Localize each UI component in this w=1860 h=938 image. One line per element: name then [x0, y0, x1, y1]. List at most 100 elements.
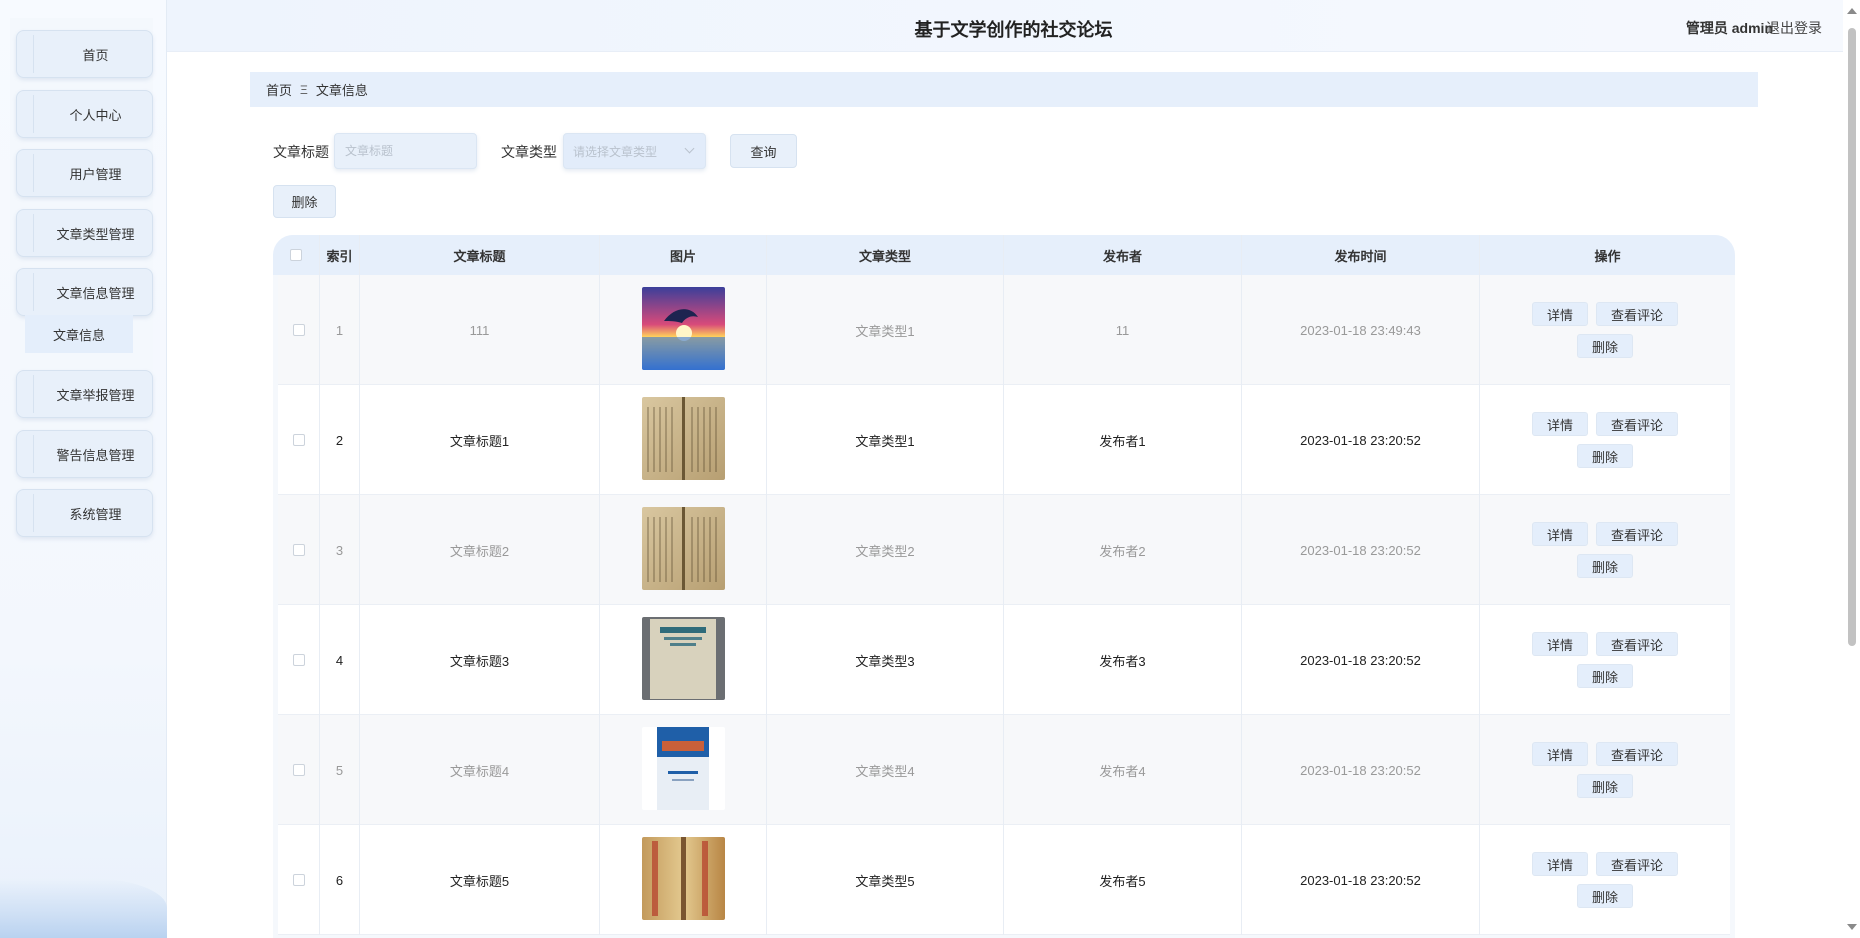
row-checkbox[interactable]	[292, 544, 305, 556]
table-row: 2 文章标题1 文章类型1 发布者1 2023-01-18 23:20:52 详情 查看评论…	[278, 385, 1730, 495]
row-checkbox[interactable]	[292, 324, 305, 336]
view-comments-button[interactable]: 查看评论	[1596, 412, 1679, 436]
sidebar-subitem-article-info[interactable]: 文章信息	[25, 315, 133, 353]
scroll-up-icon[interactable]	[1847, 8, 1857, 14]
breadcrumb-current: 文章信息	[315, 83, 368, 98]
cell-image	[600, 825, 767, 935]
sidebar-item-label: 个人中心	[69, 107, 122, 123]
cell-actions: 详情 查看评论删除	[1480, 495, 1730, 605]
cell-actions: 详情 查看评论删除	[1480, 715, 1730, 825]
query-button[interactable]: 查询	[730, 134, 797, 168]
row-delete-button[interactable]: 删除	[1576, 774, 1633, 798]
row-delete-button[interactable]: 删除	[1576, 554, 1633, 578]
cell-time: 2023-01-18 23:20:52	[1242, 495, 1480, 605]
title-search-input[interactable]	[334, 133, 477, 169]
cell-index: 5	[320, 715, 360, 825]
view-comments-button[interactable]: 查看评论	[1596, 302, 1679, 326]
cell-author: 发布者3	[1004, 605, 1242, 715]
table-row: 6 文章标题5 文章类型5 发布者5 2023-01-18 23:20:52 详情 查看评论…	[278, 825, 1730, 935]
sidebar-subitem-label: 文章信息	[52, 327, 105, 343]
sidebar-item-users[interactable]: 用户管理	[16, 149, 153, 197]
cell-index: 4	[320, 605, 360, 715]
table-row: 1 111 文章类型1 11 2023-01-18 23:49:43 详情 查看评论 删除	[278, 275, 1730, 385]
breadcrumb-home[interactable]: 首页	[266, 80, 292, 99]
cell-time: 2023-01-18 23:20:52	[1242, 825, 1480, 935]
cell-type: 文章类型5	[767, 825, 1004, 935]
select-all-checkbox[interactable]	[290, 249, 302, 261]
article-thumbnail[interactable]	[641, 837, 725, 923]
chevron-down-icon	[684, 143, 695, 154]
sidebar-item-label: 文章举报管理	[56, 387, 135, 403]
cell-type: 文章类型2	[767, 495, 1004, 605]
row-delete-button[interactable]: 删除	[1576, 334, 1633, 358]
detail-button[interactable]: 详情	[1531, 742, 1588, 766]
cell-type: 文章类型4	[767, 715, 1004, 825]
view-comments-button[interactable]: 查看评论	[1596, 852, 1679, 876]
cell-actions: 详情 查看评论删除	[1480, 385, 1730, 495]
sidebar-item-home[interactable]: 首页	[16, 30, 153, 78]
column-header-image: 图片	[600, 235, 767, 275]
sidebar-item-label: 警告信息管理	[56, 447, 135, 463]
scroll-down-icon[interactable]	[1847, 924, 1857, 930]
row-delete-button[interactable]: 删除	[1576, 444, 1633, 468]
row-select-cell	[278, 385, 320, 495]
row-delete-button[interactable]: 删除	[1576, 664, 1633, 688]
sidebar-item-reports[interactable]: 文章举报管理	[16, 370, 153, 418]
column-header-actions: 操作	[1594, 248, 1621, 264]
cell-image	[600, 495, 767, 605]
sidebar-item-label: 首页	[82, 47, 109, 63]
scrollbar-thumb[interactable]	[1848, 28, 1856, 646]
header: 基于文学创作的社交论坛 管理员 admin 退出登录	[167, 0, 1860, 52]
type-select[interactable]: 请选择文章类型	[563, 133, 706, 169]
row-checkbox[interactable]	[292, 654, 305, 666]
row-select-cell	[278, 715, 320, 825]
page-scrollbar[interactable]	[1843, 0, 1860, 938]
row-checkbox[interactable]	[292, 434, 305, 446]
article-thumbnail[interactable]	[641, 287, 725, 373]
cell-time: 2023-01-18 23:20:52	[1242, 385, 1480, 495]
cell-time: 2023-01-18 23:49:43	[1242, 275, 1480, 385]
row-select-cell	[278, 495, 320, 605]
article-thumbnail[interactable]	[641, 727, 725, 813]
article-thumbnail[interactable]	[641, 617, 725, 703]
detail-button[interactable]: 详情	[1531, 632, 1588, 656]
cell-image	[600, 605, 767, 715]
sidebar-item-article-info[interactable]: 文章信息管理	[16, 268, 153, 316]
cell-actions: 详情 查看评论删除	[1480, 605, 1730, 715]
article-table: 索引 文章标题 图片 文章类型 发布者 发布时间 操作 1 111 文章类型1 11 2…	[273, 235, 1735, 938]
view-comments-button[interactable]: 查看评论	[1596, 632, 1679, 656]
cell-image	[600, 385, 767, 495]
detail-button[interactable]: 详情	[1531, 522, 1588, 546]
cell-title: 文章标题3	[360, 605, 600, 715]
row-select-cell	[278, 275, 320, 385]
row-delete-button[interactable]: 删除	[1576, 884, 1633, 908]
cell-title: 文章标题5	[360, 825, 600, 935]
detail-button[interactable]: 详情	[1531, 412, 1588, 436]
article-thumbnail[interactable]	[641, 507, 725, 593]
sidebar-item-profile[interactable]: 个人中心	[16, 90, 153, 138]
column-header-title: 文章标题	[360, 235, 600, 275]
sidebar-item-label: 系统管理	[69, 506, 122, 522]
article-thumbnail[interactable]	[641, 397, 725, 483]
sidebar-item-warnings[interactable]: 警告信息管理	[16, 430, 153, 478]
view-comments-button[interactable]: 查看评论	[1596, 742, 1679, 766]
row-checkbox[interactable]	[292, 874, 305, 886]
type-filter-label: 文章类型	[501, 144, 557, 160]
sidebar-item-system[interactable]: 系统管理	[16, 489, 153, 537]
cell-author: 发布者4	[1004, 715, 1242, 825]
row-checkbox[interactable]	[292, 764, 305, 776]
sidebar-item-article-types[interactable]: 文章类型管理	[16, 209, 153, 257]
bulk-delete-button[interactable]: 删除	[273, 185, 336, 218]
table-row: 4 文章标题3 文章类型3 发布者3 2023-01-18 23:20:52 详情 查看评论…	[278, 605, 1730, 715]
cell-index: 3	[320, 495, 360, 605]
view-comments-button[interactable]: 查看评论	[1596, 522, 1679, 546]
column-header-type: 文章类型	[767, 235, 1004, 275]
logout-link[interactable]: 退出登录	[1766, 18, 1822, 38]
breadcrumb: 首页 Ξ 文章信息	[250, 72, 1758, 107]
column-header-index: 索引	[320, 235, 360, 275]
column-header-time: 发布时间	[1242, 235, 1480, 275]
cell-image	[600, 715, 767, 825]
current-user: 管理员 admin	[1686, 18, 1773, 38]
detail-button[interactable]: 详情	[1531, 852, 1588, 876]
detail-button[interactable]: 详情	[1531, 302, 1588, 326]
